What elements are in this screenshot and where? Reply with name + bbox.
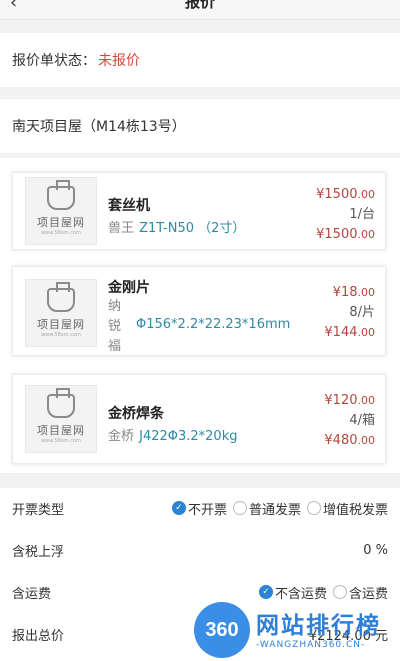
radio-checked-icon[interactable]: ✓ (258, 585, 273, 599)
list-item[interactable]: 项目屋网 www.58xm.com 金刚片 纳 锐 福 Φ156*2.2*22.… (12, 266, 386, 356)
tax-markup-row: 含税上浮 0 % (12, 538, 388, 562)
invoice-option-none[interactable]: ✓ 不开票 (171, 499, 227, 518)
product-spec-line: 金桥 J422Φ3.2*20kg (108, 425, 238, 444)
unit-price-decimals: .00 (357, 188, 376, 201)
price-block: ¥18.00 8/片 ¥144.00 (324, 283, 375, 343)
logo-text: 项目屋网 (37, 216, 85, 229)
unit-price-decimals: .00 (357, 394, 376, 407)
product-name: 金桥焊条 (108, 406, 164, 422)
invoice-type-label: 开票类型 (12, 502, 65, 518)
line-total: 480 (332, 433, 358, 448)
logo-url: www.58xm.com (41, 332, 81, 338)
line-total-decimals: .00 (357, 326, 376, 339)
quote-status-label: 报价单状态： (12, 53, 96, 69)
watermark-badge: 360 (194, 602, 250, 658)
option-label: 增值税发票 (322, 502, 388, 518)
product-brand-char: 福 (108, 339, 122, 354)
logo-url: www.58xm.com (41, 230, 81, 236)
logo-text: 项目屋网 (37, 424, 85, 437)
currency-symbol: ¥ (324, 393, 333, 408)
currency-symbol: ¥ (324, 325, 333, 340)
product-brand-char: 纳 (108, 299, 122, 314)
unit-price-decimals: .00 (357, 286, 376, 299)
house-logo-icon (47, 282, 75, 312)
item-list: 项目屋网 www.58xm.com 套丝机 兽王 Z1T-N50 （2寸） ¥1… (0, 158, 400, 473)
logo-url: www.58xm.com (41, 438, 81, 444)
logo-text: 项目屋网 (37, 318, 85, 331)
currency-symbol: ¥ (332, 285, 341, 300)
product-thumbnail: 项目屋网 www.58xm.com (25, 279, 97, 347)
product-brand: 金桥 (108, 429, 135, 444)
product-brand-char: 锐 (108, 319, 122, 334)
quantity: 4/箱 (349, 413, 375, 428)
watermark-logo: 360 网站排行榜 -WANGZHAN360.CN- (190, 602, 400, 661)
list-item[interactable]: 项目屋网 www.58xm.com 套丝机 兽王 Z1T-N50 （2寸） ¥1… (12, 172, 386, 250)
option-label: 普通发票 (248, 502, 301, 518)
unit-price: 18 (340, 285, 358, 300)
invoice-option-vat[interactable]: 增值税发票 (306, 499, 388, 518)
line-total-decimals: .00 (357, 434, 376, 447)
list-item[interactable]: 项目屋网 www.58xm.com 金桥焊条 金桥 J422Φ3.2*20kg … (12, 374, 386, 464)
radio-unchecked-icon[interactable] (332, 585, 347, 599)
invoice-type-options: ✓ 不开票 普通发票 增值税发票 (166, 499, 388, 518)
product-brand-column: 纳 锐 福 (108, 297, 121, 357)
radio-unchecked-icon[interactable] (306, 501, 321, 515)
unit-price: 1500 (324, 187, 358, 202)
invoice-option-normal[interactable]: 普通发票 (232, 499, 301, 518)
top-bar: ‹ 报价 (0, 0, 400, 20)
house-logo-icon (47, 388, 75, 418)
watermark-subtitle: -WANGZHAN360.CN- (256, 640, 366, 650)
product-spec: Z1T-N50 （2寸） (139, 221, 246, 236)
product-thumbnail: 项目屋网 www.58xm.com (25, 385, 97, 453)
line-total-decimals: .00 (357, 228, 376, 241)
watermark-title: 网站排行榜 (256, 613, 381, 639)
tax-markup-label: 含税上浮 (12, 544, 65, 560)
product-brand: 兽王 (108, 221, 135, 236)
price-block: ¥1500.00 1/台 ¥1500.00 (316, 185, 375, 245)
page-title: 报价 (184, 0, 215, 11)
product-spec-line: 兽王 Z1T-N50 （2寸） (108, 217, 245, 236)
currency-symbol: ¥ (324, 433, 333, 448)
radio-unchecked-icon[interactable] (232, 501, 247, 515)
product-spec: Φ156*2.2*22.23*16mm (136, 317, 291, 332)
product-name: 金刚片 (108, 280, 150, 296)
tax-markup-value[interactable]: 0 % (363, 543, 388, 558)
project-name: 南天项目屋（M14栋13号） (0, 99, 400, 153)
product-name: 套丝机 (108, 198, 150, 214)
option-label: 不开票 (187, 502, 227, 518)
radio-checked-icon[interactable]: ✓ (171, 501, 186, 515)
line-total: 1500 (324, 227, 358, 242)
price-block: ¥120.00 4/箱 ¥480.00 (324, 391, 375, 451)
freight-row: 含运费 ✓ 不含运费 含运费 (12, 580, 388, 604)
freight-options: ✓ 不含运费 含运费 (253, 583, 388, 602)
quote-status-value: 未报价 (98, 53, 140, 69)
freight-label: 含运费 (12, 586, 52, 602)
quantity: 1/台 (349, 207, 375, 222)
freight-option-exclude[interactable]: ✓ 不含运费 (258, 583, 327, 602)
line-total: 144 (332, 325, 358, 340)
option-label: 不含运费 (274, 586, 327, 602)
total-label: 报出总价 (12, 628, 65, 644)
invoice-type-row: 开票类型 ✓ 不开票 普通发票 增值税发票 (12, 496, 388, 520)
quantity: 8/片 (349, 305, 375, 320)
unit-price: 120 (332, 393, 358, 408)
option-label: 含运费 (348, 586, 388, 602)
product-spec: J422Φ3.2*20kg (139, 429, 238, 444)
house-logo-icon (47, 180, 75, 210)
product-thumbnail: 项目屋网 www.58xm.com (25, 177, 97, 245)
quote-status-row: 报价单状态： 未报价 (0, 33, 400, 87)
freight-option-include[interactable]: 含运费 (332, 583, 388, 602)
